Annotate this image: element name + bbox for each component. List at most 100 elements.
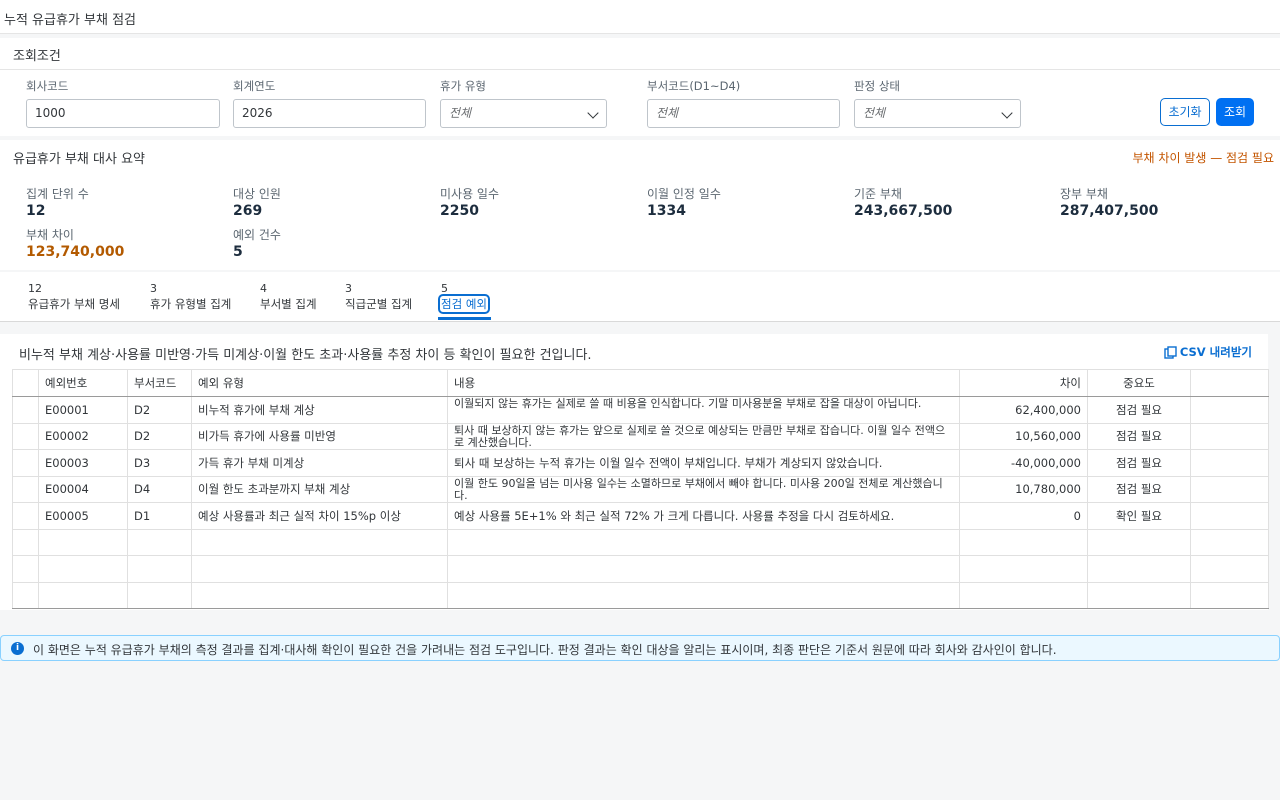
severity-badge: 확인 필요 xyxy=(1087,502,1191,530)
chevron-down-icon xyxy=(587,107,599,119)
filler-cell xyxy=(1190,449,1269,477)
tab-count: 3 xyxy=(150,282,157,295)
company-code-input[interactable]: 1000 xyxy=(26,99,220,128)
dept-code-label: 부서코드(D1~D4) xyxy=(647,79,741,93)
exception-id: E00002 xyxy=(38,422,128,450)
empty-row xyxy=(12,528,1269,556)
table-row[interactable]: E00004 D4 이월 한도 초과분까지 부채 계상 이월 한도 90일을 넘… xyxy=(12,475,1269,503)
exception-detail: 이월 한도 90일을 넘는 미사용 일수는 소멸하므로 부채에서 빼야 합니다.… xyxy=(447,475,960,503)
empty-row xyxy=(12,555,1269,583)
tab-label: 점검 예외 xyxy=(438,294,490,314)
tab-by-grade-group[interactable]: 3 직급군별 집계 xyxy=(345,282,412,312)
table-row[interactable]: E00001 D2 비누적 휴가에 부채 계상 이월되지 않는 휴가는 실제로 … xyxy=(12,396,1269,424)
judgment-value: 전체 xyxy=(863,106,886,120)
severity-badge: 점검 필요 xyxy=(1087,475,1191,503)
leave-type-value: 전체 xyxy=(449,106,472,120)
kpi-value: 123,740,000 xyxy=(26,244,125,260)
table-row[interactable]: E00005 D1 예상 사용률과 최근 실적 차이 15%p 이상 예상 사용… xyxy=(12,502,1269,530)
column-header[interactable]: 내용 xyxy=(447,369,960,397)
judgment-label: 판정 상태 xyxy=(854,79,900,93)
exception-type: 비가득 휴가에 사용률 미반영 xyxy=(191,422,448,450)
severity-badge: 점검 필요 xyxy=(1087,449,1191,477)
exception-detail: 퇴사 때 보상하지 않는 휴가는 앞으로 실제로 쓸 것으로 예상되는 만큼만 … xyxy=(447,422,960,450)
tab-label: 직급군별 집계 xyxy=(345,297,413,311)
difference-amount: 10,780,000 xyxy=(959,475,1088,503)
company-code-label: 회사코드 xyxy=(26,79,69,93)
kpi-value: 2250 xyxy=(440,203,479,219)
exception-detail: 이월되지 않는 휴가는 실제로 쓸 때 비용을 인식합니다. 기말 미사용분을 … xyxy=(447,396,960,424)
tab-label: 부서별 집계 xyxy=(260,297,317,311)
filler-cell xyxy=(1190,475,1269,503)
tab-label: 휴가 유형별 집계 xyxy=(150,297,232,311)
discrepancy-alert: 부채 차이 발생 — 점검 필요 xyxy=(1132,151,1274,165)
kpi-label: 예외 건수 xyxy=(233,228,281,242)
exception-type: 이월 한도 초과분까지 부채 계상 xyxy=(191,475,448,503)
file-export-icon xyxy=(1164,346,1177,359)
tab-count: 4 xyxy=(260,282,267,295)
app-header: 누적 유급휴가 부채 점검 xyxy=(0,0,1280,34)
exception-detail: 예상 사용률 5E+1% 와 최근 실적 72% 가 크게 다릅니다. 사용률 … xyxy=(447,502,960,530)
filler-cell xyxy=(1190,502,1269,530)
table-header-row: 예외번호 부서코드 예외 유형 내용 차이 중요도 xyxy=(12,369,1269,397)
row-selector[interactable] xyxy=(12,449,39,477)
exception-id: E00005 xyxy=(38,502,128,530)
kpi-label: 대상 인원 xyxy=(233,187,281,201)
chevron-down-icon xyxy=(1001,107,1013,119)
difference-amount: -40,000,000 xyxy=(959,449,1088,477)
row-selector[interactable] xyxy=(12,502,39,530)
row-selector[interactable] xyxy=(12,475,39,503)
filter-panel-title: 조회조건 xyxy=(13,49,61,64)
judgment-select[interactable]: 전체 xyxy=(854,99,1021,128)
exception-id: E00003 xyxy=(38,449,128,477)
fiscal-year-input[interactable]: 2026 xyxy=(233,99,426,128)
table-row[interactable]: E00003 D3 가득 휴가 부채 미계상 퇴사 때 보상하는 누적 휴가는 … xyxy=(12,449,1269,477)
tab-bar: 12 유급휴가 부채 명세 3 휴가 유형별 집계 4 부서별 집계 3 직급군… xyxy=(0,272,1280,322)
info-message: 이 화면은 누적 유급휴가 부채의 측정 결과를 집계·대사해 확인이 필요한 … xyxy=(33,643,1057,657)
dept-code: D4 xyxy=(127,475,192,503)
exception-id: E00004 xyxy=(38,475,128,503)
column-header[interactable]: 예외번호 xyxy=(38,369,128,397)
difference-amount: 0 xyxy=(959,502,1088,530)
dept-code: D1 xyxy=(127,502,192,530)
column-header[interactable]: 부서코드 xyxy=(127,369,192,397)
kpi-label: 이월 인정 일수 xyxy=(647,187,721,201)
row-selector[interactable] xyxy=(12,396,39,424)
row-selector-header[interactable] xyxy=(12,369,39,397)
kpi-value: 1334 xyxy=(647,203,686,219)
table-row[interactable]: E00002 D2 비가득 휴가에 사용률 미반영 퇴사 때 보상하지 않는 휴… xyxy=(12,422,1269,450)
exceptions-table: 예외번호 부서코드 예외 유형 내용 차이 중요도 E00001 D2 비누적 … xyxy=(12,369,1269,609)
active-tab-indicator xyxy=(438,317,491,320)
csv-download-button[interactable]: CSV 내려받기 xyxy=(1164,344,1252,360)
leave-type-select[interactable]: 전체 xyxy=(440,99,607,128)
exception-id: E00001 xyxy=(38,396,128,424)
kpi-label: 부채 차이 xyxy=(26,228,74,242)
reset-button[interactable]: 초기화 xyxy=(1160,98,1210,126)
tab-liability-details[interactable]: 12 유급휴가 부채 명세 xyxy=(28,282,120,312)
tab-count: 3 xyxy=(345,282,352,295)
kpi-value: 5 xyxy=(233,244,243,260)
column-header[interactable]: 차이 xyxy=(959,369,1088,397)
severity-badge: 점검 필요 xyxy=(1087,396,1191,424)
exceptions-panel: 비누적 부채 계상·사용률 미반영·가득 미계상·이월 한도 초과·사용률 추정… xyxy=(0,334,1269,610)
page-title: 누적 유급휴가 부채 점검 xyxy=(4,13,136,28)
exceptions-description: 비누적 부채 계상·사용률 미반영·가득 미계상·이월 한도 초과·사용률 추정… xyxy=(19,348,592,363)
dept-code-input[interactable]: 전체 xyxy=(647,99,840,128)
tab-by-leave-type[interactable]: 3 휴가 유형별 집계 xyxy=(150,282,231,312)
tab-exceptions[interactable]: 5 점검 예외 xyxy=(438,282,490,314)
fiscal-year-label: 회계연도 xyxy=(233,79,276,93)
search-button[interactable]: 조회 xyxy=(1216,98,1254,126)
tab-by-department[interactable]: 4 부서별 집계 xyxy=(260,282,317,312)
tab-count: 5 xyxy=(441,282,448,295)
filter-panel-header: 조회조건 xyxy=(0,38,1280,70)
tab-count: 12 xyxy=(28,282,42,295)
filler-cell xyxy=(1190,369,1269,397)
dept-code: D2 xyxy=(127,396,192,424)
kpi-label: 기준 부채 xyxy=(854,187,902,201)
tab-label: 유급휴가 부채 명세 xyxy=(28,297,120,311)
info-message-strip: i 이 화면은 누적 유급휴가 부채의 측정 결과를 집계·대사해 확인이 필요… xyxy=(0,635,1280,661)
filler-cell xyxy=(1190,396,1269,424)
row-selector[interactable] xyxy=(12,422,39,450)
exception-type: 가득 휴가 부채 미계상 xyxy=(191,449,448,477)
column-header[interactable]: 예외 유형 xyxy=(191,369,448,397)
column-header[interactable]: 중요도 xyxy=(1087,369,1191,397)
